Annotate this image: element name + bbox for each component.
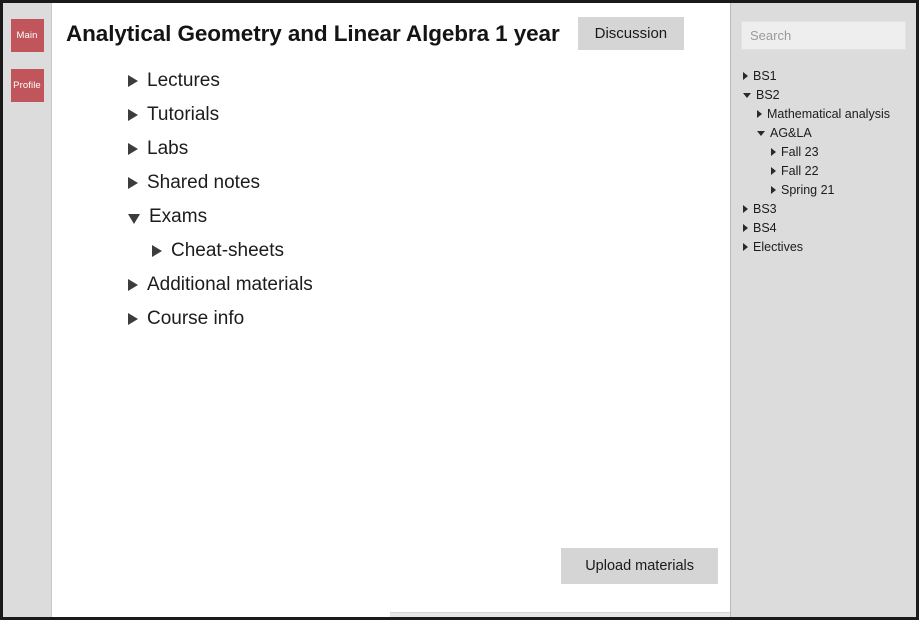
chevron-right-icon: [757, 109, 762, 118]
chevron-right-icon: [771, 147, 776, 156]
tree-item-lectures[interactable]: Lectures: [64, 64, 730, 98]
chevron-down-icon: [743, 93, 751, 98]
page-header: Analytical Geometry and Linear Algebra 1…: [52, 3, 730, 50]
chevron-right-icon: [771, 166, 776, 175]
chevron-right-icon: [128, 313, 138, 325]
discussion-button[interactable]: Discussion: [577, 17, 685, 50]
upload-materials-button[interactable]: Upload materials: [561, 548, 718, 584]
tree-item-label: Lectures: [147, 70, 220, 91]
curriculum-item-mathematical-analysis[interactable]: Mathematical analysis: [741, 104, 906, 123]
curriculum-item-label: BS1: [753, 68, 777, 83]
search-input[interactable]: [741, 21, 906, 50]
curriculum-item-label: BS2: [756, 87, 780, 102]
curriculum-item-fall-22[interactable]: Fall 22: [741, 161, 906, 180]
chevron-right-icon: [128, 143, 138, 155]
tree-item-labs[interactable]: Labs: [64, 132, 730, 166]
tree-item-additional-materials[interactable]: Additional materials: [64, 268, 730, 302]
curriculum-item-label: AG&LA: [770, 125, 812, 140]
curriculum-item-label: Mathematical analysis: [767, 106, 890, 121]
tree-item-shared-notes[interactable]: Shared notes: [64, 166, 730, 200]
chevron-right-icon: [152, 245, 162, 257]
curriculum-item-label: BS3: [753, 201, 777, 216]
tree-item-label: Shared notes: [147, 172, 261, 193]
curriculum-item-label: Electives: [753, 239, 804, 254]
chevron-right-icon: [743, 223, 748, 232]
curriculum-item-label: Spring 21: [781, 182, 835, 197]
app-window: Main Profile Analytical Geometry and Lin…: [0, 0, 919, 620]
curriculum-item-bs1[interactable]: BS1: [741, 66, 906, 85]
tree-item-label: Exams: [149, 206, 208, 227]
tree-item-cheat-sheets[interactable]: Cheat-sheets: [64, 234, 730, 268]
bottom-edge-strip: [390, 612, 730, 617]
curriculum-item-bs3[interactable]: BS3: [741, 199, 906, 218]
chevron-right-icon: [128, 177, 138, 189]
tree-item-course-info[interactable]: Course info: [64, 302, 730, 336]
curriculum-item-spring-21[interactable]: Spring 21: [741, 180, 906, 199]
curriculum-item-agla[interactable]: AG&LA: [741, 123, 906, 142]
tree-item-tutorials[interactable]: Tutorials: [64, 98, 730, 132]
curriculum-item-bs4[interactable]: BS4: [741, 218, 906, 237]
tree-item-label: Labs: [147, 138, 189, 159]
right-sidebar: BS1 BS2 Mathematical analysis AG&LA Fall…: [730, 3, 919, 617]
chevron-down-icon: [128, 214, 140, 224]
chevron-right-icon: [743, 242, 748, 251]
tree-item-label: Additional materials: [147, 274, 313, 295]
curriculum-tree: BS1 BS2 Mathematical analysis AG&LA Fall…: [741, 66, 906, 256]
chevron-right-icon: [128, 279, 138, 291]
curriculum-item-label: Fall 23: [781, 144, 819, 159]
tree-item-label: Course info: [147, 308, 245, 329]
main-content: Analytical Geometry and Linear Algebra 1…: [52, 3, 730, 617]
curriculum-item-label: Fall 22: [781, 163, 819, 178]
curriculum-item-electives[interactable]: Electives: [741, 237, 906, 256]
nav-button-main[interactable]: Main: [10, 19, 44, 52]
upload-area: Upload materials: [561, 548, 718, 584]
chevron-right-icon: [128, 109, 138, 121]
course-materials-tree: Lectures Tutorials Labs Shared notes Exa…: [52, 64, 730, 336]
chevron-down-icon: [757, 131, 765, 136]
page-title: Analytical Geometry and Linear Algebra 1…: [66, 20, 560, 46]
nav-button-profile[interactable]: Profile: [10, 69, 44, 102]
tree-item-exams[interactable]: Exams: [64, 200, 730, 234]
curriculum-item-bs2[interactable]: BS2: [741, 85, 906, 104]
tree-item-label: Tutorials: [147, 104, 220, 125]
chevron-right-icon: [128, 75, 138, 87]
left-nav-rail: Main Profile: [3, 3, 52, 617]
chevron-right-icon: [771, 185, 776, 194]
chevron-right-icon: [743, 204, 748, 213]
tree-item-label: Cheat-sheets: [171, 240, 285, 261]
chevron-right-icon: [743, 71, 748, 80]
curriculum-item-fall-23[interactable]: Fall 23: [741, 142, 906, 161]
curriculum-item-label: BS4: [753, 220, 777, 235]
